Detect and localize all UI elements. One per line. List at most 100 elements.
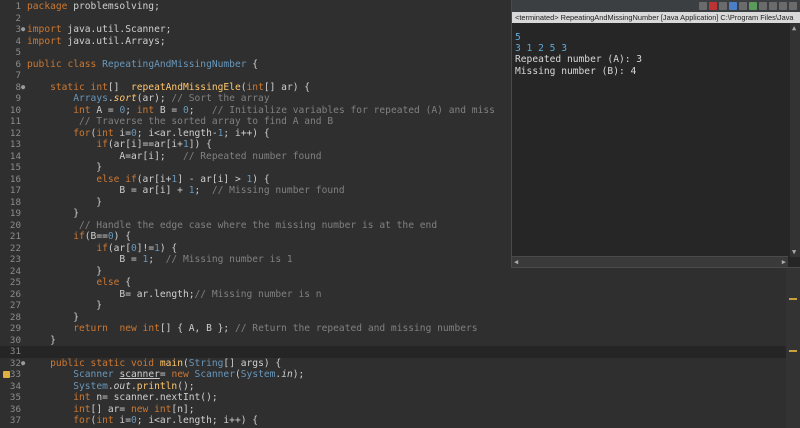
code-text: } — [27, 311, 79, 323]
code-line[interactable]: 26 B= ar.length;// Missing number is n — [0, 289, 800, 301]
code-line[interactable]: 30 } — [0, 335, 800, 347]
scroll-right-icon[interactable]: ▶ — [782, 257, 786, 267]
line-number: 3 — [15, 24, 21, 35]
code-line[interactable]: 31 — [0, 346, 800, 358]
line-number: 4 — [15, 35, 21, 47]
line-number: 21 — [9, 231, 21, 242]
line-number: 35 — [9, 392, 21, 403]
warning-icon[interactable] — [3, 371, 10, 378]
code-text: for(int i=0; i<ar.length-1; i++) { — [73, 127, 270, 139]
line-number: 6 — [15, 58, 21, 70]
maximize-icon[interactable] — [789, 2, 797, 10]
code-text: Scanner scanner= new Scanner(System.in); — [73, 369, 305, 380]
line-number: 31 — [9, 346, 21, 357]
code-line[interactable]: 35 int n= scanner.nextInt(); — [0, 392, 800, 404]
scroll-up-icon[interactable]: ▲ — [792, 23, 796, 33]
display-console-icon[interactable] — [759, 2, 767, 10]
code-text: B = ar[i] + 1; // Missing number found — [27, 185, 345, 196]
line-number: 37 — [9, 415, 21, 426]
line-number: 18 — [9, 196, 21, 208]
scroll-down-icon[interactable]: ▼ — [792, 247, 796, 257]
scroll-lock-icon[interactable] — [729, 2, 737, 10]
code-text: // Handle the edge case where the missin… — [78, 219, 438, 231]
console-output-line: Repeated number (A): 3 — [515, 54, 643, 66]
fold-toggle-icon[interactable]: ● — [21, 82, 26, 94]
code-text: if(B==0) { — [73, 231, 131, 242]
line-number: 23 — [9, 254, 21, 265]
console-status: <terminated> RepeatingAndMissingNumber [… — [512, 12, 800, 23]
line-number: 13 — [9, 139, 21, 150]
open-console-icon[interactable] — [769, 2, 777, 10]
code-line[interactable]: 32 ● public static void main(String[] arg… — [0, 358, 800, 370]
minimize-icon[interactable] — [779, 2, 787, 10]
code-text: Arrays.sort(ar); // Sort the array — [73, 93, 270, 104]
console-vertical-scrollbar[interactable]: ▲ ▼ — [790, 23, 800, 257]
line-number: 5 — [15, 47, 21, 58]
line-number: 7 — [15, 70, 21, 81]
line-number: 14 — [9, 150, 21, 162]
code-line[interactable]: 36 int[] ar= new int[n]; — [0, 404, 800, 416]
code-line[interactable]: 29 return new int[] { A, B }; // Return … — [0, 323, 800, 335]
line-number: 15 — [9, 162, 21, 173]
line-number: 24 — [9, 265, 21, 277]
code-text: } — [27, 208, 79, 219]
overview-ruler[interactable] — [786, 268, 800, 428]
code-line[interactable]: 28 } — [0, 312, 800, 324]
console-horizontal-scrollbar[interactable]: ◀ ▶ — [512, 256, 788, 267]
line-number: 29 — [9, 323, 21, 334]
code-text: static int[] repeatAndMissingEle(int[] a… — [50, 81, 311, 93]
code-text: return new int[] { A, B }; // Return the… — [73, 323, 478, 334]
line-number: 12 — [9, 127, 21, 139]
pin-console-icon[interactable] — [749, 2, 757, 10]
console-toolbar — [512, 0, 800, 12]
code-line[interactable]: 37 for(int i=0; i<ar.length; i++) { — [0, 415, 800, 427]
code-text: package problemsolving; — [27, 1, 160, 12]
line-number: 9 — [15, 93, 21, 104]
ruler-mark[interactable] — [789, 350, 797, 352]
console-output-line: Missing number (B): 4 — [515, 65, 637, 77]
code-text: } — [27, 162, 103, 173]
code-text: A=ar[i]; // Repeated number found — [27, 150, 322, 162]
line-number: 30 — [9, 334, 21, 346]
line-number: 32 — [9, 357, 21, 369]
code-text: B = 1; // Missing number is 1 — [27, 254, 293, 265]
terminate-icon[interactable] — [709, 2, 717, 10]
line-number: 1 — [15, 1, 21, 12]
code-line[interactable]: 25 else { — [0, 277, 800, 289]
console-input-line: 3 1 2 5 3 — [515, 43, 567, 55]
line-number: 27 — [9, 300, 21, 311]
code-text: if(ar[i]==ar[i+1]) { — [96, 139, 212, 150]
console-view[interactable]: <terminated> RepeatingAndMissingNumber [… — [511, 0, 800, 268]
line-number: 34 — [9, 380, 21, 392]
code-text: int n= scanner.nextInt(); — [73, 392, 218, 403]
code-line[interactable]: 27 } — [0, 300, 800, 312]
code-text: System.out.println(); — [73, 380, 195, 392]
code-text: int[] ar= new int[n]; — [73, 403, 195, 415]
code-text: else { — [96, 277, 131, 288]
code-text: int A = 0; int B = 0; // Initialize vari… — [73, 104, 495, 116]
line-number: 8 — [15, 81, 21, 93]
code-line[interactable]: 33 Scanner scanner= new Scanner(System.i… — [0, 369, 800, 381]
code-text: B= ar.length;// Missing number is n — [27, 288, 322, 300]
fold-toggle-icon[interactable]: ● — [21, 24, 26, 36]
code-text: public static void main(String[] args) { — [50, 357, 282, 369]
code-text: } — [27, 196, 103, 208]
line-number: 22 — [9, 242, 21, 254]
word-wrap-icon[interactable] — [739, 2, 747, 10]
ruler-mark[interactable] — [789, 298, 797, 300]
line-number: 20 — [9, 219, 21, 231]
code-text: for(int i=0; i<ar.length; i++) { — [73, 415, 259, 426]
code-text: } — [27, 334, 56, 346]
code-text: import java.util.Arrays; — [27, 35, 166, 47]
line-number: 26 — [9, 288, 21, 300]
clear-console-icon[interactable] — [699, 2, 707, 10]
console-output[interactable]: 53 1 2 5 3 Repeated number (A): 3 Missing … — [512, 32, 800, 256]
code-line[interactable]: 34 System.out.println(); — [0, 381, 800, 393]
console-input-line: 5 — [515, 32, 521, 43]
remove-launch-icon[interactable] — [719, 2, 727, 10]
code-text: else if(ar[i+1] - ar[i] > 1) { — [96, 173, 270, 185]
line-number: 28 — [9, 311, 21, 323]
scroll-left-icon[interactable]: ◀ — [514, 257, 518, 267]
line-number: 17 — [9, 185, 21, 196]
fold-toggle-icon[interactable]: ● — [21, 358, 26, 370]
